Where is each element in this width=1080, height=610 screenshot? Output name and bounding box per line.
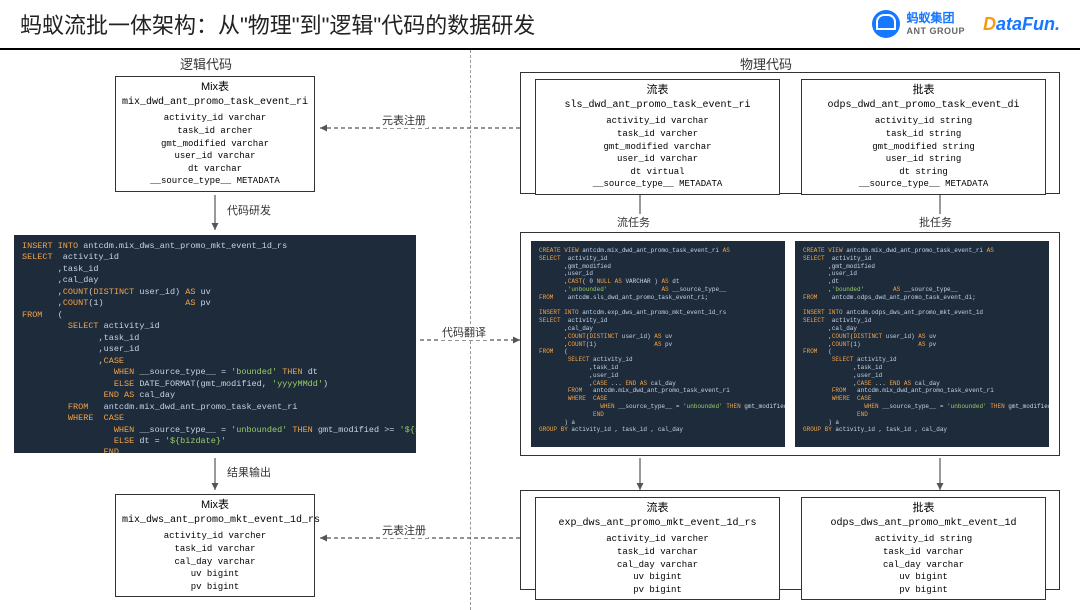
mix-dst-name: mix_dws_ant_promo_mkt_event_1d_rs: [122, 514, 308, 528]
physical-source-group: 流表 sls_dwd_ant_promo_task_event_ri activ…: [520, 72, 1060, 194]
meta-register-label-top: 元表注册: [380, 112, 428, 128]
diagram-canvas: 逻辑代码 物理代码: [0, 50, 1080, 610]
mix-dst-fields: activity_id varcher task_id varchar cal_…: [122, 530, 308, 593]
physical-section-label: 物理代码: [740, 54, 792, 73]
mix-src-title: Mix表: [122, 80, 308, 95]
batch-dst-name: odps_dws_ant_promo_mkt_event_1d: [808, 517, 1039, 531]
code-dev-label: 代码研发: [225, 202, 273, 218]
stream-sql-code: CREATE VIEW antcdm.mix_dwd_ant_promo_tas…: [531, 241, 785, 447]
datafun-d: D: [983, 14, 996, 34]
slide-header: 蚂蚁流批一体架构：从"物理"到"逻辑"代码的数据研发 蚂蚁集团 ANT GROU…: [0, 0, 1080, 50]
stream-source-table: 流表 sls_dwd_ant_promo_task_event_ri activ…: [535, 79, 780, 195]
mix-dst-title: Mix表: [122, 498, 308, 513]
batch-src-fields: activity_id string task_id string gmt_mo…: [808, 115, 1039, 191]
ant-logo-cn: 蚂蚁集团: [906, 11, 965, 25]
main-sql-code: INSERT INTO antcdm.mix_dws_ant_promo_mkt…: [14, 235, 416, 453]
stream-task-label: 流任务: [615, 214, 652, 230]
ant-icon: [872, 10, 900, 38]
stream-dst-name: exp_dws_ant_promo_mkt_event_1d_rs: [542, 517, 773, 531]
physical-dest-group: 流表 exp_dws_ant_promo_mkt_event_1d_rs act…: [520, 490, 1060, 590]
mix-source-table: Mix表 mix_dwd_ant_promo_task_event_ri act…: [115, 76, 315, 192]
datafun-rest: ataFun.: [996, 14, 1060, 34]
mix-dest-table: Mix表 mix_dws_ant_promo_mkt_event_1d_rs a…: [115, 494, 315, 597]
logos: 蚂蚁集团 ANT GROUP DataFun.: [872, 10, 1060, 38]
code-translate-label: 代码翻译: [440, 324, 488, 340]
batch-dst-fields: activity_id string task_id varchar cal_d…: [808, 533, 1039, 596]
meta-register-label-bottom: 元表注册: [380, 522, 428, 538]
ant-group-logo: 蚂蚁集团 ANT GROUP: [872, 10, 965, 38]
stream-src-name: sls_dwd_ant_promo_task_event_ri: [542, 99, 773, 113]
stream-src-title: 流表: [542, 83, 773, 98]
mix-src-fields: activity_id varchar task_id archer gmt_m…: [122, 112, 308, 188]
batch-source-table: 批表 odps_dwd_ant_promo_task_event_di acti…: [801, 79, 1046, 195]
batch-dst-title: 批表: [808, 501, 1039, 516]
stream-src-fields: activity_id varchar task_id varcher gmt_…: [542, 115, 773, 191]
batch-src-name: odps_dwd_ant_promo_task_event_di: [808, 99, 1039, 113]
batch-dest-table: 批表 odps_dws_ant_promo_mkt_event_1d activ…: [801, 497, 1046, 600]
physical-code-group: CREATE VIEW antcdm.mix_dwd_ant_promo_tas…: [520, 232, 1060, 456]
stream-dest-table: 流表 exp_dws_ant_promo_mkt_event_1d_rs act…: [535, 497, 780, 600]
slide-title: 蚂蚁流批一体架构：从"物理"到"逻辑"代码的数据研发: [20, 8, 872, 40]
batch-task-label: 批任务: [917, 214, 954, 230]
batch-src-title: 批表: [808, 83, 1039, 98]
datafun-logo: DataFun.: [983, 14, 1060, 35]
stream-dst-title: 流表: [542, 501, 773, 516]
logical-section-label: 逻辑代码: [180, 54, 232, 73]
result-output-label: 结果输出: [225, 464, 273, 480]
stream-dst-fields: activity_id varcher task_id varchar cal_…: [542, 533, 773, 596]
ant-logo-en: ANT GROUP: [906, 26, 965, 37]
batch-sql-code: CREATE VIEW antcdm.mix_dwd_ant_promo_tas…: [795, 241, 1049, 447]
mix-src-name: mix_dwd_ant_promo_task_event_ri: [122, 96, 308, 110]
